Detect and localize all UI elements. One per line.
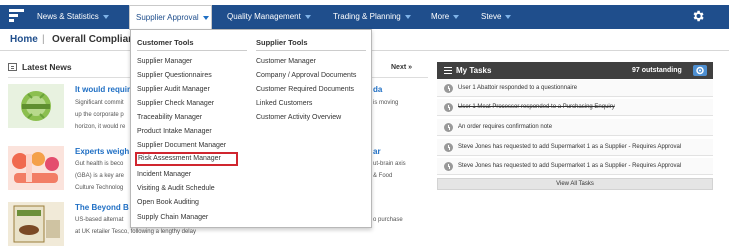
menu-item-incident-manager[interactable]: Incident Manager <box>135 168 191 181</box>
chevron-down-icon <box>304 14 311 19</box>
my-tasks-title: My Tasks <box>456 66 492 75</box>
breadcrumb-separator: | <box>42 34 45 45</box>
news-article-title-fragment[interactable]: da <box>373 85 382 94</box>
nav-label: More <box>431 12 450 21</box>
news-thumbnail-sustainability[interactable] <box>8 84 64 128</box>
menu-item-linked-customers[interactable]: Linked Customers <box>254 97 312 110</box>
task-text: User 1 Abattoir responded to a questionn… <box>458 85 578 91</box>
my-tasks-header: My Tasks 97 outstanding <box>437 62 713 79</box>
list-icon <box>444 67 452 74</box>
task-text: User 1 Meat Processor responded to a Pur… <box>458 104 615 110</box>
news-article-snippet-fragment: & Food <box>373 173 393 179</box>
newspaper-icon <box>8 63 17 71</box>
news-thumbnail-gut-health[interactable] <box>8 146 64 190</box>
nav-supplier-approval[interactable]: Supplier Approval <box>129 5 212 30</box>
news-article-snippet: Gut health is beco <box>75 161 124 167</box>
nav-label: Steve <box>481 12 502 21</box>
nav-trading-planning[interactable]: Trading & Planning <box>326 5 418 29</box>
news-article-snippet: Significant commit <box>75 100 124 106</box>
news-article-snippet-fragment: is moving <box>373 100 399 106</box>
gear-icon <box>696 66 704 75</box>
menu-item-open-book-auditing[interactable]: Open Book Auditing <box>135 196 199 209</box>
menu-item-supplier-check-manager[interactable]: Supplier Check Manager <box>135 97 214 110</box>
news-article-snippet: horizon, it would re <box>75 124 126 130</box>
menu-item-risk-assessment-manager[interactable]: Risk Assessment Manager <box>135 152 238 166</box>
menu-item-product-intake-manager[interactable]: Product Intake Manager <box>135 125 212 138</box>
menu-item-visiting-audit-schedule[interactable]: Visiting & Audit Schedule <box>135 182 215 195</box>
customer-tools-heading: Customer Tools <box>137 38 194 47</box>
menu-item-supplier-questionnaires[interactable]: Supplier Questionnaires <box>135 69 212 82</box>
task-item[interactable]: An order requires confirmation note <box>437 119 713 136</box>
menu-item-traceability-manager[interactable]: Traceability Manager <box>135 111 202 124</box>
menu-item-customer-required-documents[interactable]: Customer Required Documents <box>254 83 354 96</box>
breadcrumb-home-link[interactable]: Home <box>10 34 38 45</box>
supplier-approval-dropdown: Customer Tools Supplier Tools Supplier M… <box>130 29 372 228</box>
top-nav: News & Statistics Supplier Approval Qual… <box>0 0 729 31</box>
divider <box>256 50 366 51</box>
task-text: Steve Jones has requested to add Superma… <box>458 163 682 169</box>
clock-icon <box>444 84 453 93</box>
divider <box>137 50 247 51</box>
news-article-title[interactable]: Experts weigh <box>75 147 129 156</box>
chevron-down-icon <box>453 14 460 19</box>
news-article-snippet: Culture Technolog <box>75 185 124 191</box>
chevron-down-icon <box>404 14 411 19</box>
nav-label: Quality Management <box>227 12 301 21</box>
tasks-settings-button[interactable] <box>693 65 707 76</box>
task-text: An order requires confirmation note <box>458 124 553 130</box>
task-item[interactable]: User 1 Abattoir responded to a questionn… <box>437 80 713 97</box>
clock-icon <box>444 162 453 171</box>
clock-icon <box>444 103 453 112</box>
nav-label: Trading & Planning <box>333 12 401 21</box>
menu-item-company-approval-documents[interactable]: Company / Approval Documents <box>254 69 356 82</box>
page: News & Statistics Supplier Approval Qual… <box>0 0 729 246</box>
gear-icon[interactable] <box>691 9 705 23</box>
my-tasks-panel: My Tasks 97 outstanding User 1 Abattoir … <box>437 62 713 194</box>
menu-item-supplier-document-manager[interactable]: Supplier Document Manager <box>135 139 226 152</box>
clock-icon <box>444 143 453 152</box>
task-item[interactable]: Steve Jones has requested to add Superma… <box>437 139 713 156</box>
menu-item-supplier-manager[interactable]: Supplier Manager <box>135 55 192 68</box>
latest-news-title: Latest News <box>22 62 72 72</box>
news-article-title[interactable]: It would requir <box>75 85 130 94</box>
tasks-outstanding-count: 97 outstanding <box>632 67 682 74</box>
nav-user-menu[interactable]: Steve <box>474 5 518 29</box>
menu-item-supplier-audit-manager[interactable]: Supplier Audit Manager <box>135 83 210 96</box>
news-article-snippet-fragment: o purchase <box>373 217 403 223</box>
news-article-title-fragment[interactable]: ar <box>373 147 381 156</box>
nav-more[interactable]: More <box>424 5 466 29</box>
chevron-down-icon <box>102 14 109 19</box>
news-article-title[interactable]: The Beyond B <box>75 203 129 212</box>
chevron-down-icon <box>202 15 209 20</box>
task-item[interactable]: User 1 Meat Processor responded to a Pur… <box>437 99 713 116</box>
nav-label: Supplier Approval <box>136 13 199 22</box>
news-article-snippet: up the corporate p <box>75 112 124 118</box>
task-text: Steve Jones has requested to add Superma… <box>458 144 682 150</box>
nav-quality-management[interactable]: Quality Management <box>220 5 318 29</box>
news-next-link[interactable]: Next » <box>391 64 412 71</box>
clock-icon <box>444 123 453 132</box>
news-thumbnail-burger[interactable] <box>8 202 64 246</box>
news-article-snippet: US-based alternat <box>75 217 124 223</box>
nav-news-statistics[interactable]: News & Statistics <box>30 5 116 29</box>
menu-item-customer-activity-overview[interactable]: Customer Activity Overview <box>254 111 341 124</box>
task-item[interactable]: Steve Jones has requested to add Superma… <box>437 158 713 175</box>
view-all-tasks-button[interactable]: View All Tasks <box>437 178 713 190</box>
chevron-down-icon <box>505 14 512 19</box>
menu-item-customer-manager[interactable]: Customer Manager <box>254 55 316 68</box>
app-logo-icon[interactable] <box>9 9 24 24</box>
news-article-snippet: (GBA) is a key are <box>75 173 125 179</box>
menu-item-supply-chain-manager[interactable]: Supply Chain Manager <box>135 211 208 224</box>
news-article-snippet-fragment: ut-brain axis <box>373 161 406 167</box>
page-title: Overall Complian <box>52 34 135 45</box>
nav-label: News & Statistics <box>37 12 99 21</box>
news-article-snippet: at UK retailer Tesco, following a length… <box>75 229 196 235</box>
supplier-tools-heading: Supplier Tools <box>256 38 308 47</box>
